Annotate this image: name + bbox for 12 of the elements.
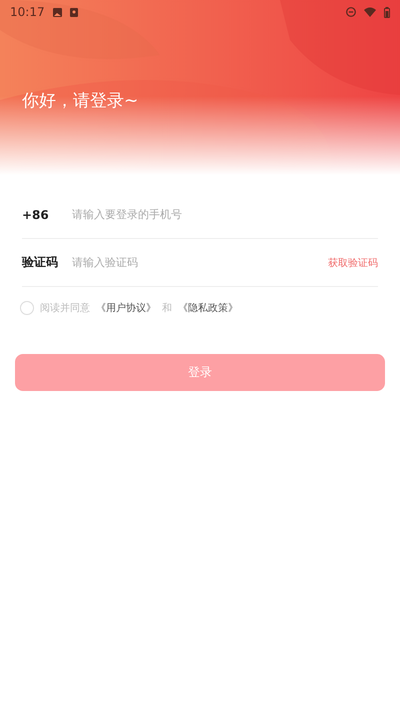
field-label: +86 xyxy=(22,208,50,222)
agreement-joiner: 和 xyxy=(162,302,172,315)
agreement-text: 阅读并同意 xyxy=(40,302,90,315)
field-label: 验证码 xyxy=(22,254,59,271)
do-not-disturb-icon xyxy=(346,7,356,17)
user-agreement-link[interactable]: 《用户协议》 xyxy=(96,301,156,315)
agreement-checkbox[interactable] xyxy=(20,301,34,315)
wifi-icon xyxy=(364,7,376,17)
battery-icon xyxy=(384,6,390,18)
status-time: 10:17 xyxy=(10,5,45,19)
greeting-title: 你好，请登录~ xyxy=(22,90,140,112)
privacy-policy-link[interactable]: 《隐私政策》 xyxy=(178,301,238,315)
